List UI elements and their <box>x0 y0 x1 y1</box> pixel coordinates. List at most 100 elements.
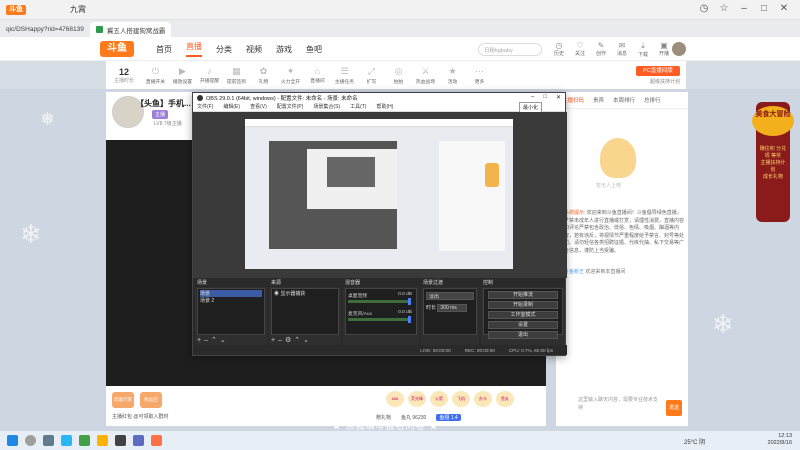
nav-category[interactable]: 分类 <box>216 44 232 55</box>
chat-input[interactable]: 这里输入聊天内容，需要专业技术支持 <box>578 396 658 418</box>
menu-profile[interactable]: 配置文件(P) <box>277 103 304 111</box>
tab-total[interactable]: 总排行 <box>642 94 663 106</box>
more-icon: ⋯ <box>475 65 484 76</box>
source-item[interactable]: ◉ 显示器捕获 <box>274 290 336 297</box>
obs-statusbar: LIVE: 00:00:00 REC: 00:00:00 CPU: 0.7%, … <box>193 345 567 355</box>
menu-file[interactable]: 文件(F) <box>197 103 213 111</box>
source-toolbar[interactable]: +–⚙⌃⌄ <box>271 336 312 344</box>
menu-edit[interactable]: 编辑(E) <box>223 103 240 111</box>
exit-button[interactable]: 退出 <box>488 331 558 339</box>
gift-item[interactable]: 飞机 <box>452 391 470 407</box>
star-icon[interactable]: ☆ <box>718 3 730 15</box>
url-text[interactable]: qic/DSHappy?rid=4768139 <box>6 26 84 33</box>
cat-item[interactable]: ✦ 火力全开 <box>277 66 304 85</box>
chrome-icon[interactable] <box>79 435 90 446</box>
nav-live[interactable]: 直播 <box>186 41 202 57</box>
send-button[interactable]: 发送 <box>666 400 682 416</box>
weather-widget[interactable]: 25°C 阴 <box>684 437 705 446</box>
nav-game[interactable]: 游戏 <box>276 44 292 55</box>
menu-help[interactable]: 帮助(H) <box>376 103 393 111</box>
close-icon[interactable]: ✕ <box>556 94 561 101</box>
menu-view[interactable]: 查看(V) <box>250 103 267 111</box>
settings-button[interactable]: 设置 <box>488 321 558 329</box>
cat-item[interactable]: ⤢ 扩写 <box>358 66 385 85</box>
download-icon: ⤓ <box>641 41 645 50</box>
eye-icon[interactable]: ◉ <box>274 291 279 297</box>
obs-preview[interactable] <box>193 112 567 278</box>
studio-mode-button[interactable]: 工作室模式 <box>488 311 558 319</box>
source-list: ◉ 显示器捕获 <box>271 288 339 335</box>
tab-title-1[interactable]: 九霄 <box>70 4 86 15</box>
maximize-icon[interactable]: □ <box>543 94 547 101</box>
main-nav: 首页 直播 分类 视频 游戏 鱼吧 <box>156 37 322 61</box>
volume-slider[interactable] <box>408 298 411 305</box>
scene-item[interactable]: 场景 <box>200 290 262 297</box>
tab-week[interactable]: 本周排行 <box>611 94 637 106</box>
cat-item[interactable]: ⏻ 直播开关 <box>142 66 169 85</box>
search-icon[interactable] <box>25 435 36 446</box>
clock-icon[interactable]: ◷ <box>698 3 710 15</box>
badge-player[interactable]: 玩家打赏 <box>112 392 134 408</box>
site-logo[interactable]: 斗鱼 <box>100 41 134 57</box>
sources-dock: 来源 ◉ 显示器捕获 +–⚙⌃⌄ <box>269 279 341 345</box>
support-plan-link[interactable]: 超级扶持计划 <box>650 78 680 85</box>
stream-title: 【头鱼】手机... <box>136 99 191 108</box>
fire-icon: ✦ <box>286 65 295 76</box>
cat-item[interactable]: ▦ 提前签到 <box>223 66 250 85</box>
create-button[interactable]: ✎ 创作 <box>594 41 608 58</box>
start-stream-button[interactable]: 开始推流 <box>488 291 558 299</box>
cat-item[interactable]: ⋯ 更多 <box>466 66 493 85</box>
follow-button[interactable]: ♡ 关注 <box>573 41 587 58</box>
douyu-icon[interactable] <box>151 435 162 446</box>
minimize-icon[interactable]: – <box>738 3 750 15</box>
gift-item[interactable]: 鱼丸 <box>496 391 514 407</box>
app-icon[interactable] <box>133 435 144 446</box>
address-bar[interactable]: qic/DSHappy?rid=4768139 <box>0 22 90 37</box>
tab-vip[interactable]: 贵宾 <box>591 94 606 106</box>
gift-item[interactable]: 荧光棒 <box>408 391 426 407</box>
edge-icon[interactable] <box>61 435 72 446</box>
system-clock[interactable]: 12:13 2022/8/16 <box>768 433 792 447</box>
nav-fishbar[interactable]: 鱼吧 <box>306 44 322 55</box>
pc-client-button[interactable]: PC直播间版 <box>636 66 680 76</box>
cat-item[interactable]: ☰ 主播任务 <box>331 66 358 85</box>
cat-item[interactable]: ⚔ 热血战场 <box>412 66 439 85</box>
close-icon[interactable]: ✕ <box>778 3 790 15</box>
message-button[interactable]: ✉ 消息 <box>615 41 629 58</box>
cat-item[interactable]: ▶ 播放设置 <box>169 66 196 85</box>
fan-text[interactable]: 主播红包 @可领取入群时 <box>112 413 168 420</box>
event-banner[interactable]: 美食大冒险 赚往积 分兑现 等奖 主播扶持计划 成长礼物 <box>752 102 794 222</box>
tab-title-2: 冀五人搭建狗窝战霸 <box>106 27 166 35</box>
cat-item[interactable]: ✿ 礼物 <box>250 66 277 85</box>
windows-start-icon[interactable] <box>7 435 18 446</box>
menu-tools[interactable]: 工具(T) <box>350 103 366 111</box>
cat-item[interactable]: ◎ 拍拍 <box>385 66 412 85</box>
start-record-button[interactable]: 开始录制 <box>488 301 558 309</box>
transition-select[interactable]: 淡出 <box>426 292 474 300</box>
nav-home[interactable]: 首页 <box>156 44 172 55</box>
cat-item[interactable]: ♪ 开播提醒 <box>196 66 223 84</box>
nav-video[interactable]: 视频 <box>246 44 262 55</box>
maximize-icon[interactable]: □ <box>758 3 770 15</box>
history-button[interactable]: ◷ 历史 <box>552 41 566 58</box>
menu-scene-collection[interactable]: 场景集合(S) <box>313 103 340 111</box>
scene-toolbar[interactable]: +–⌃⌄ <box>197 336 229 344</box>
gift-item[interactable]: 办卡 <box>474 391 492 407</box>
obs-icon[interactable] <box>115 435 126 446</box>
gift-item[interactable]: 666 <box>386 391 404 407</box>
taskview-icon[interactable] <box>43 435 54 446</box>
tab-active[interactable]: 冀五人搭建狗窝战霸 <box>89 22 172 37</box>
download-button[interactable]: ⤓ 下载 <box>636 41 650 58</box>
scene-item[interactable]: 场景 2 <box>200 297 262 304</box>
volume-slider[interactable] <box>408 316 411 323</box>
explorer-icon[interactable] <box>97 435 108 446</box>
cat-item[interactable]: ★ 活动 <box>439 66 466 85</box>
golive-button[interactable]: ▣ 开播 <box>657 41 671 58</box>
badge-fans[interactable]: 粉丝团 <box>140 392 162 408</box>
gift-item[interactable]: 火箭 <box>430 391 448 407</box>
search-input[interactable]: 日秘kgbaby <box>478 43 542 56</box>
cat-item[interactable]: ⌂ 直播间 <box>304 66 331 84</box>
duration-input[interactable]: 300 ms <box>437 304 468 312</box>
minimize-icon[interactable]: – <box>531 94 534 101</box>
user-avatar[interactable] <box>672 42 686 56</box>
